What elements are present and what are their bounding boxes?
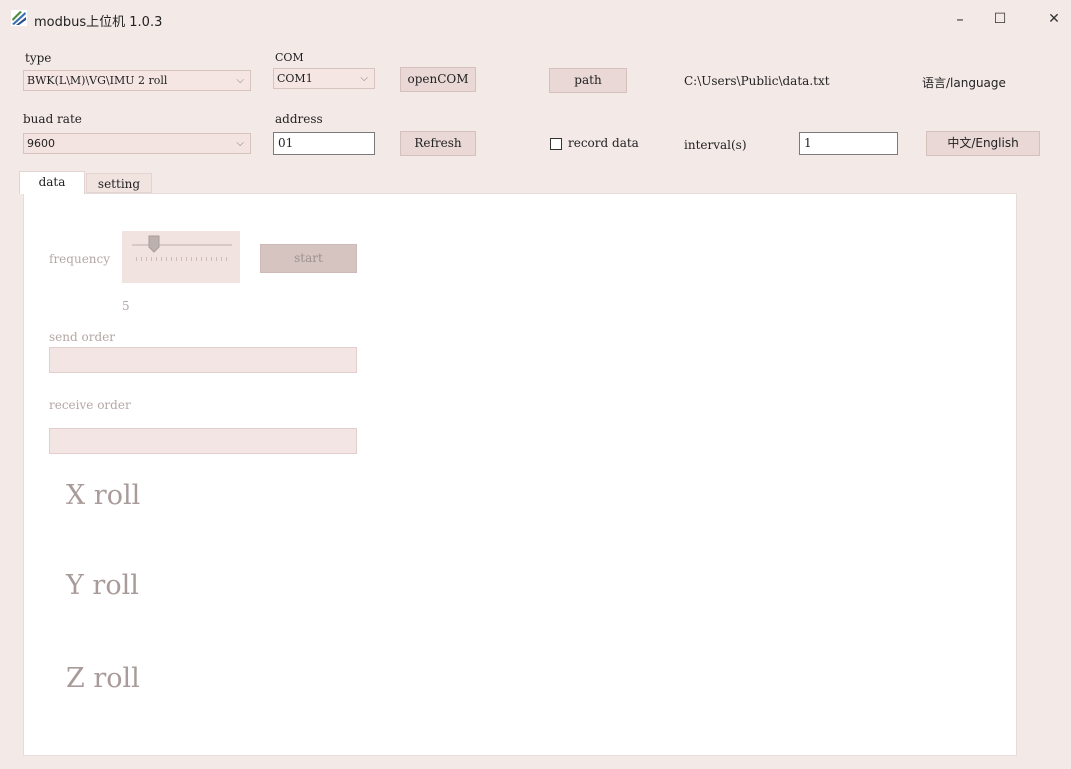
language-toggle-button[interactable]: 中文/English [926,131,1040,156]
y-roll-label: Y roll [66,570,139,601]
baud-rate-value: 9600 [27,137,55,150]
receive-order-field [49,428,357,454]
address-label: address [275,112,323,126]
minimize-button[interactable]: – [946,8,974,30]
z-roll-label: Z roll [66,663,140,694]
chevron-down-icon: ⌵ [360,73,368,84]
address-input[interactable]: 01 [273,132,375,155]
language-label: 语言/language [922,76,1006,90]
frequency-label: frequency [49,252,111,266]
slider-track [132,244,232,246]
path-button[interactable]: path [549,68,627,93]
tab-data[interactable]: data [19,171,85,194]
path-value: C:\Users\Public\data.txt [684,74,830,88]
chevron-down-icon: ⌵ [236,75,244,86]
x-roll-label: X roll [66,480,141,511]
slider-ticks [136,257,228,261]
interval-label: interval(s) [684,138,747,152]
frequency-value: 5 [122,299,130,313]
open-com-button[interactable]: openCOM [400,67,476,92]
type-label: type [25,51,52,65]
baud-rate-label: buad rate [23,112,82,126]
start-button[interactable]: start [260,244,357,273]
title-bar: modbus上位机 1.0.3 – ☐ ✕ [0,0,1071,38]
refresh-button[interactable]: Refresh [400,131,476,156]
slider-thumb-icon[interactable] [148,235,160,253]
com-select-value: COM1 [277,72,313,85]
chevron-down-icon: ⌵ [236,138,244,149]
com-select[interactable]: COM1 ⌵ [273,68,375,89]
record-data-label: record data [568,136,639,150]
window-title: modbus上位机 1.0.3 [34,15,163,30]
receive-order-label: receive order [49,398,131,412]
send-order-label: send order [49,330,115,344]
record-data-checkbox[interactable] [550,138,562,150]
type-select[interactable]: BWK(L\M)\VG\IMU 2 roll ⌵ [23,70,251,91]
close-button[interactable]: ✕ [1040,8,1068,30]
interval-input[interactable]: 1 [799,132,898,155]
baud-rate-select[interactable]: 9600 ⌵ [23,133,251,154]
frequency-slider[interactable] [122,231,240,283]
app-logo-icon [11,10,27,26]
send-order-field[interactable] [49,347,357,373]
tab-setting[interactable]: setting [86,173,152,193]
type-select-value: BWK(L\M)\VG\IMU 2 roll [27,74,168,87]
com-label: COM [275,51,304,64]
maximize-button[interactable]: ☐ [986,8,1014,30]
